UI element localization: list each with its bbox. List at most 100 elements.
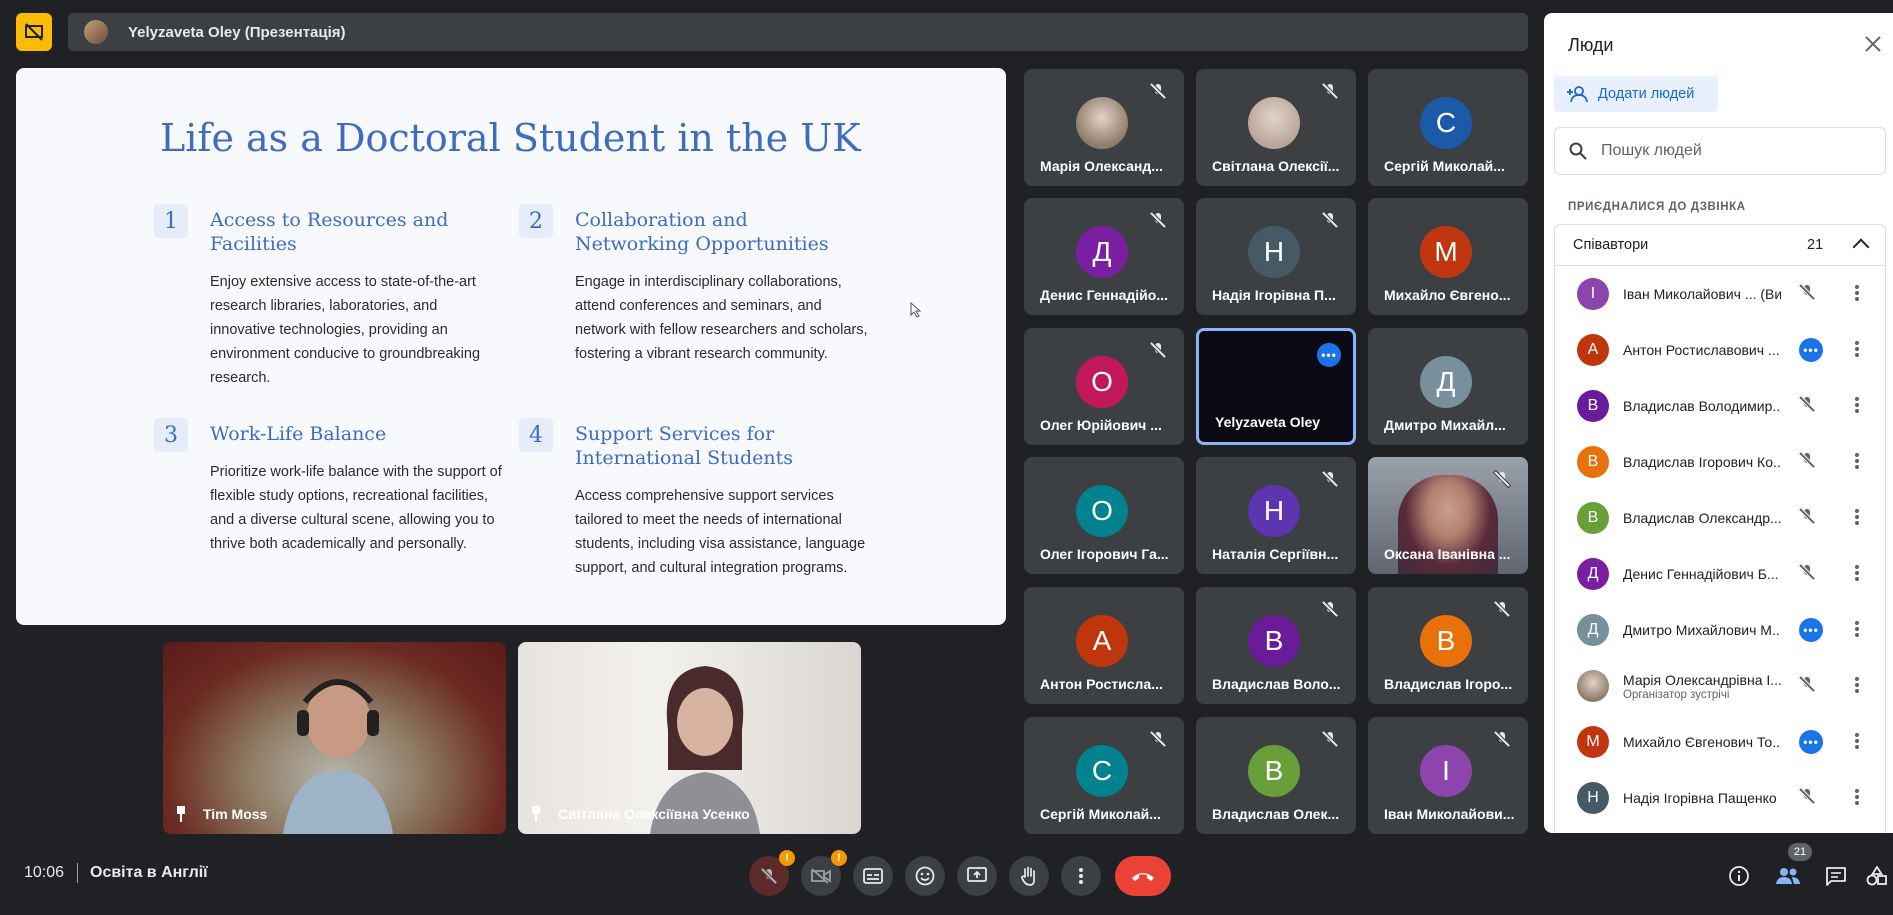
close-icon[interactable] xyxy=(1862,33,1884,55)
participant-tile[interactable]: М Михайло Євгено... xyxy=(1368,198,1528,315)
emoji-icon xyxy=(915,866,935,886)
participant-name: Марія Олександ... xyxy=(1040,158,1163,174)
people-list-item[interactable]: І Іван Миколайович ... (Ви) xyxy=(1555,266,1885,322)
participant-name: Владислав Олек... xyxy=(1212,806,1340,822)
participant-tile[interactable]: І Іван Миколайови... xyxy=(1368,717,1528,834)
more-options-button[interactable] xyxy=(1855,621,1859,639)
muted-mic-icon xyxy=(1150,342,1166,358)
search-people-box[interactable] xyxy=(1554,127,1886,175)
more-options-button[interactable] xyxy=(1855,565,1859,583)
cohosts-label: Співавтори xyxy=(1573,237,1649,253)
add-people-button[interactable]: Додати людей xyxy=(1554,76,1718,112)
participant-tile[interactable]: Д Денис Геннадійо... xyxy=(1024,198,1184,315)
participant-name: Олег Юрійович ... xyxy=(1040,417,1162,433)
people-list-item[interactable]: В Владислав Олександр... xyxy=(1555,490,1885,546)
more-options-button[interactable] xyxy=(1855,789,1859,807)
participant-name: Владислав Ігоро... xyxy=(1384,676,1513,692)
people-list-item[interactable]: Марія Олександрівна І... Організатор зуст… xyxy=(1555,658,1885,714)
more-options-button[interactable] xyxy=(1855,341,1859,359)
raise-hand-button[interactable] xyxy=(1009,856,1049,896)
participant-name: Світлана Олексіївна Усенко xyxy=(558,806,750,822)
mute-participant-button[interactable] xyxy=(1799,564,1819,584)
people-button[interactable] xyxy=(1774,862,1802,890)
section-number: 2 xyxy=(519,204,553,238)
divider xyxy=(77,863,78,883)
more-options-button[interactable] xyxy=(1855,733,1859,751)
participant-name: Yelyzaveta Oley xyxy=(1215,414,1321,430)
chat-button[interactable] xyxy=(1822,862,1850,890)
more-options-button[interactable] xyxy=(1855,285,1859,303)
more-options-button[interactable] xyxy=(1855,453,1859,471)
present-screen-icon xyxy=(967,867,987,882)
people-list-item[interactable]: М Михайло Євгенович То... ••• xyxy=(1555,714,1885,770)
more-vert-icon xyxy=(1855,397,1859,413)
meeting-details-button[interactable] xyxy=(1725,862,1753,890)
participant-avatar xyxy=(1076,97,1128,149)
participant-tile[interactable]: Світлана Олексії... xyxy=(1196,69,1356,186)
person-name: Іван Миколайович ... (Ви) xyxy=(1623,286,1781,302)
avatar: А xyxy=(1577,334,1609,366)
participant-tile[interactable]: В Владислав Олек... xyxy=(1196,717,1356,834)
mute-participant-button[interactable] xyxy=(1799,788,1819,808)
mute-participant-button[interactable] xyxy=(1799,452,1819,472)
participant-tile[interactable]: Марія Олександ... xyxy=(1024,69,1184,186)
section-number: 1 xyxy=(154,204,188,238)
muted-mic-icon xyxy=(1150,212,1166,228)
participant-tile[interactable]: Н Надія Ігорівна П... xyxy=(1196,198,1356,315)
more-options-button[interactable] xyxy=(1855,677,1859,695)
pin-icon[interactable] xyxy=(175,806,187,822)
speaking-indicator-icon: ••• xyxy=(1317,343,1341,367)
captions-button[interactable] xyxy=(853,856,893,896)
participant-tile[interactable]: Д Дмитро Михайл... xyxy=(1368,328,1528,445)
people-list-item[interactable]: Д Дмитро Михайлович М... ••• xyxy=(1555,602,1885,658)
pinned-video-tim-moss[interactable]: Tim Moss xyxy=(163,642,506,834)
participant-name: Надія Ігорівна П... xyxy=(1212,287,1336,303)
participant-tile[interactable]: С Сергій Миколай... xyxy=(1368,69,1528,186)
mute-participant-button[interactable] xyxy=(1799,508,1819,528)
slide-title: Life as a Doctoral Student in the UK xyxy=(160,116,861,160)
participant-tile[interactable]: Оксана Іванівна ... xyxy=(1368,457,1528,574)
participant-tile[interactable]: С Сергій Миколай... xyxy=(1024,717,1184,834)
people-list-item[interactable]: В Владислав Володимир... xyxy=(1555,378,1885,434)
chevron-up-icon[interactable] xyxy=(1852,238,1870,256)
cohosts-group-header[interactable]: Співавтори 21 xyxy=(1554,224,1886,266)
section-number: 4 xyxy=(519,418,553,452)
camera-button[interactable]: ! xyxy=(801,850,847,896)
more-options-button[interactable] xyxy=(1855,397,1859,415)
pin-icon[interactable] xyxy=(530,806,542,822)
search-input[interactable] xyxy=(1601,142,1861,160)
pinned-video-svitlana[interactable]: Світлана Олексіївна Усенко xyxy=(518,642,861,834)
participant-avatar: О xyxy=(1076,356,1128,408)
people-list-item[interactable]: А Антон Ростиславович ... ••• xyxy=(1555,322,1885,378)
participant-tile[interactable]: ••• Yelyzaveta Oley xyxy=(1196,328,1356,445)
more-options-button[interactable] xyxy=(1061,856,1101,896)
mute-participant-button[interactable] xyxy=(1799,284,1819,304)
present-screen-button[interactable] xyxy=(957,856,997,896)
participant-tile[interactable]: Н Наталія Сергіївн... xyxy=(1196,457,1356,574)
muted-mic-icon xyxy=(1799,564,1815,580)
people-icon xyxy=(1776,868,1800,884)
activities-button[interactable] xyxy=(1866,862,1893,890)
section-title: Collaboration and Networking Opportuniti… xyxy=(575,209,829,255)
person-text: Антон Ростиславович ... xyxy=(1623,342,1781,358)
people-list-item[interactable]: Н Надія Ігорівна Пащенко xyxy=(1555,770,1885,826)
participant-avatar: С xyxy=(1076,745,1128,797)
people-list-item[interactable]: Д Денис Геннадійович Б... xyxy=(1555,546,1885,602)
participant-tile[interactable]: В Владислав Ігоро... xyxy=(1368,587,1528,704)
people-list-item[interactable]: В Владислав Ігорович Ко... xyxy=(1555,434,1885,490)
participant-tile[interactable]: В Владислав Воло... xyxy=(1196,587,1356,704)
camera-off-indicator-button[interactable] xyxy=(16,13,52,51)
mute-participant-button[interactable] xyxy=(1799,676,1819,696)
clock: 10:06 xyxy=(24,864,65,881)
more-options-button[interactable] xyxy=(1855,509,1859,527)
participant-tile[interactable]: О Олег Ігорович Га... xyxy=(1024,457,1184,574)
participant-tile[interactable]: А Антон Ростисла... xyxy=(1024,587,1184,704)
participant-name: Сергій Миколай... xyxy=(1384,158,1505,174)
leave-call-button[interactable] xyxy=(1115,856,1171,896)
microphone-button[interactable]: ! xyxy=(749,850,795,896)
reactions-button[interactable] xyxy=(905,856,945,896)
participant-tile[interactable]: О Олег Юрійович ... xyxy=(1024,328,1184,445)
mute-participant-button[interactable] xyxy=(1799,396,1819,416)
presentation-off-icon xyxy=(25,23,43,41)
participant-avatar: Н xyxy=(1248,226,1300,278)
